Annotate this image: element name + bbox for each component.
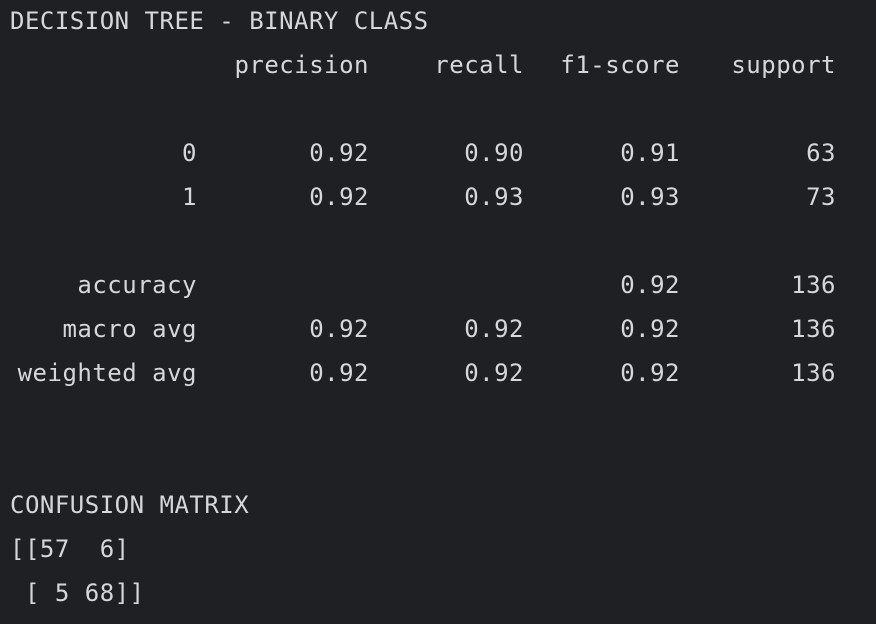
row-recall: 0.92 bbox=[464, 315, 524, 343]
header-support: support bbox=[731, 51, 836, 79]
row-support: 136 bbox=[791, 271, 836, 299]
row-label: weighted avg bbox=[17, 359, 197, 387]
report-row-0: 0 0.92 0.90 0.91 63 bbox=[0, 137, 876, 169]
row-f1-score: 0.91 bbox=[620, 139, 680, 167]
header-recall: recall bbox=[434, 51, 524, 79]
row-label: accuracy bbox=[77, 271, 197, 299]
row-f1-score: 0.92 bbox=[620, 315, 680, 343]
confusion-matrix-title: CONFUSION MATRIX bbox=[10, 491, 250, 519]
confusion-matrix-line-2: [ 5 68]] bbox=[10, 579, 145, 607]
terminal-output: DECISION TREE - BINARY CLASS precision r… bbox=[0, 0, 876, 624]
row-label: macro avg bbox=[62, 315, 197, 343]
report-row-1: 1 0.92 0.93 0.93 73 bbox=[0, 181, 876, 213]
report-row-weighted-avg: weighted avg 0.92 0.92 0.92 136 bbox=[0, 357, 876, 389]
row-f1-score: 0.93 bbox=[620, 183, 680, 211]
report-row-macro-avg: macro avg 0.92 0.92 0.92 136 bbox=[0, 313, 876, 345]
header-precision: precision bbox=[234, 51, 369, 79]
row-precision: 0.92 bbox=[309, 183, 369, 211]
row-label: 0 bbox=[182, 139, 197, 167]
row-support: 63 bbox=[806, 139, 836, 167]
report-title: DECISION TREE - BINARY CLASS bbox=[10, 7, 429, 35]
row-recall: 0.90 bbox=[464, 139, 524, 167]
row-precision: 0.92 bbox=[309, 359, 369, 387]
row-f1-score: 0.92 bbox=[620, 271, 680, 299]
report-row-accuracy: accuracy 0.92 136 bbox=[0, 269, 876, 301]
row-support: 73 bbox=[806, 183, 836, 211]
row-recall: 0.93 bbox=[464, 183, 524, 211]
row-precision: 0.92 bbox=[309, 315, 369, 343]
row-label: 1 bbox=[182, 183, 197, 211]
row-support: 136 bbox=[791, 315, 836, 343]
report-header-row: precision recall f1-score support bbox=[0, 49, 876, 81]
row-recall: 0.92 bbox=[464, 359, 524, 387]
row-support: 136 bbox=[791, 359, 836, 387]
header-f1-score: f1-score bbox=[560, 51, 680, 79]
row-precision: 0.92 bbox=[309, 139, 369, 167]
row-f1-score: 0.92 bbox=[620, 359, 680, 387]
confusion-matrix-line-1: [[57 6] bbox=[10, 535, 130, 563]
